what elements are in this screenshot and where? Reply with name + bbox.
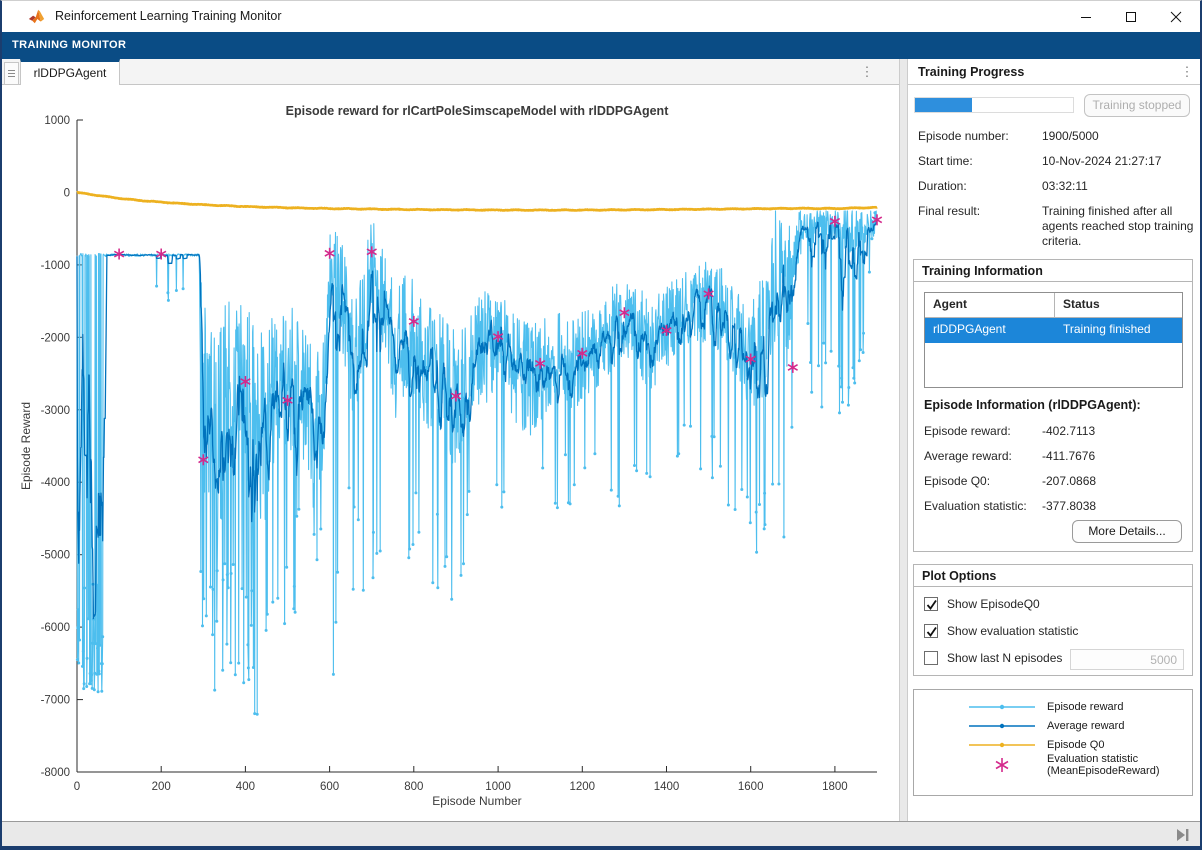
svg-text:600: 600	[320, 781, 339, 793]
svg-text:-7000: -7000	[41, 695, 70, 707]
final-result-label: Final result:	[918, 204, 980, 218]
show-last-n-episodes-option[interactable]: Show last N episodes	[924, 651, 1062, 665]
svg-text:800: 800	[404, 781, 423, 793]
minimize-icon[interactable]	[1063, 1, 1108, 32]
tab-overflow-menu-icon[interactable]: ⋮	[857, 61, 877, 83]
episode-number-value: 1900/5000	[1042, 129, 1099, 143]
svg-text:Episode Reward: Episode Reward	[19, 402, 33, 490]
svg-text:0: 0	[74, 781, 80, 793]
svg-text:0: 0	[64, 187, 70, 199]
svg-text:-1000: -1000	[41, 260, 70, 272]
plot-options-title: Plot Options	[914, 565, 1192, 587]
panel-title: Training Progress	[918, 59, 1024, 85]
start-time-value: 10-Nov-2024 21:27:17	[1042, 154, 1161, 168]
episode-reward-label: Episode reward:	[924, 424, 1011, 438]
matlab-logo-icon	[28, 8, 45, 25]
svg-text:1000: 1000	[44, 115, 70, 127]
document-tab-strip: rlDDPGAgent ⋮	[2, 59, 899, 85]
plot-options-group: Plot Options Show EpisodeQ0 Show evaluat…	[913, 564, 1193, 676]
checkbox-checked-icon[interactable]	[924, 624, 938, 638]
agent-status-table: Agent Status rlDDPGAgent Training finish…	[924, 292, 1183, 388]
final-result-value: Training finished after all agents reach…	[1042, 204, 1194, 249]
evaluation-statistic-label: Evaluation statistic:	[924, 499, 1027, 513]
chart-legend: Episode reward Average reward Episode Q0	[913, 689, 1193, 796]
panel-divider[interactable]	[899, 59, 908, 822]
training-information-group: Training Information Agent Status rlDDPG…	[913, 259, 1193, 552]
svg-text:1400: 1400	[654, 781, 680, 793]
svg-text:1000: 1000	[485, 781, 511, 793]
episode-reward-value: -402.7113	[1042, 424, 1095, 438]
collapse-panel-icon[interactable]	[1174, 827, 1192, 843]
document-list-icon[interactable]	[4, 62, 19, 85]
app-window: Reinforcement Learning Training Monitor …	[0, 0, 1202, 850]
legend-item-average-reward[interactable]: Average reward	[969, 719, 1124, 733]
svg-text:1200: 1200	[570, 781, 596, 793]
svg-text:-3000: -3000	[41, 405, 70, 417]
episode-number-label: Episode number:	[918, 129, 1009, 143]
table-header-row: Agent Status	[925, 293, 1182, 318]
status-column-header: Status	[1055, 293, 1182, 317]
tab-rlddpgagent[interactable]: rlDDPGAgent	[20, 59, 120, 85]
progress-fill	[915, 98, 972, 112]
last-n-episodes-input[interactable]	[1070, 649, 1184, 670]
checkbox-unchecked-icon[interactable]	[924, 651, 938, 665]
panel-header: Training Progress ⋮	[908, 59, 1202, 85]
svg-text:-8000: -8000	[41, 767, 70, 779]
episode-q0-label: Episode Q0:	[924, 474, 990, 488]
legend-line-episode-q0-icon	[969, 739, 1035, 751]
legend-asterisk-icon	[969, 753, 1035, 777]
svg-text:-2000: -2000	[41, 332, 70, 344]
svg-text:1800: 1800	[822, 781, 848, 793]
duration-label: Duration:	[918, 179, 967, 193]
svg-text:1600: 1600	[738, 781, 764, 793]
legend-item-episode-reward[interactable]: Episode reward	[969, 700, 1123, 714]
show-evaluation-statistic-option[interactable]: Show evaluation statistic	[924, 624, 1078, 638]
legend-line-episode-reward-icon	[969, 701, 1035, 713]
status-cell: Training finished	[1055, 318, 1182, 343]
training-progress-panel: Training Progress ⋮ Training stopped Epi…	[908, 59, 1202, 821]
agent-column-header: Agent	[925, 293, 1055, 317]
evaluation-statistic-value: -377.8038	[1042, 499, 1096, 513]
start-time-label: Start time:	[918, 154, 973, 168]
panel-menu-icon[interactable]: ⋮	[1178, 61, 1196, 83]
close-icon[interactable]	[1153, 1, 1198, 32]
average-reward-value: -411.7676	[1042, 449, 1095, 463]
maximize-icon[interactable]	[1108, 1, 1153, 32]
svg-text:Episode Number: Episode Number	[432, 794, 521, 808]
svg-text:-4000: -4000	[41, 477, 70, 489]
legend-item-evaluation-statistic[interactable]: Evaluation statistic (MeanEpisodeReward)	[969, 758, 1160, 772]
title-bar: Reinforcement Learning Training Monitor	[2, 1, 1200, 32]
status-strip	[2, 821, 1200, 847]
svg-text:-6000: -6000	[41, 622, 70, 634]
agent-cell: rlDDPGAgent	[925, 318, 1055, 343]
more-details-button[interactable]: More Details...	[1072, 520, 1182, 543]
duration-value: 03:32:11	[1042, 179, 1088, 193]
svg-text:200: 200	[152, 781, 171, 793]
window-title: Reinforcement Learning Training Monitor	[55, 1, 282, 32]
show-episodeq0-option[interactable]: Show EpisodeQ0	[924, 597, 1040, 611]
svg-text:Episode reward for rlCartPoleS: Episode reward for rlCartPoleSimscapeMod…	[286, 104, 670, 118]
checkbox-checked-icon[interactable]	[924, 597, 938, 611]
training-information-title: Training Information	[914, 260, 1192, 282]
average-reward-label: Average reward:	[924, 449, 1012, 463]
episode-information-title: Episode Information (rlDDPGAgent):	[924, 398, 1141, 412]
episode-q0-value: -207.0868	[1042, 474, 1096, 488]
svg-text:400: 400	[236, 781, 255, 793]
legend-item-episode-q0[interactable]: Episode Q0	[969, 738, 1104, 752]
figure-area: Episode reward for rlCartPoleSimscapeMod…	[4, 85, 899, 821]
training-progress-bar	[914, 97, 1074, 113]
legend-line-average-reward-icon	[969, 720, 1035, 732]
training-chart: Episode reward for rlCartPoleSimscapeMod…	[4, 85, 899, 821]
ribbon-tab-training-monitor[interactable]: TRAINING MONITOR	[2, 32, 1200, 59]
table-row[interactable]: rlDDPGAgent Training finished	[925, 318, 1182, 343]
training-stopped-button[interactable]: Training stopped	[1084, 94, 1190, 117]
svg-text:-5000: -5000	[41, 550, 70, 562]
